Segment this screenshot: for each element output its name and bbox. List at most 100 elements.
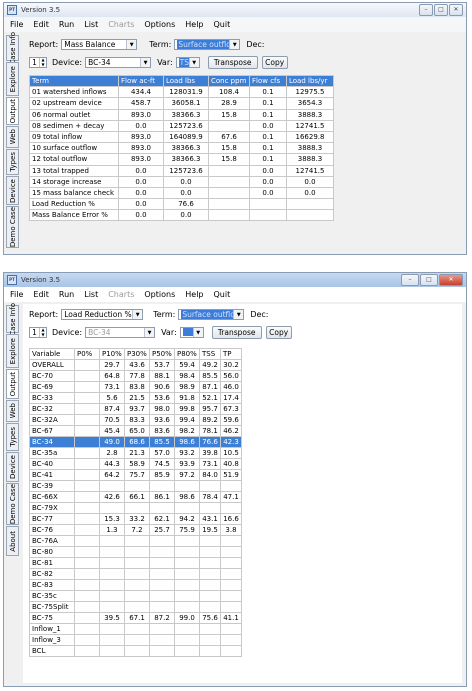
value-cell[interactable] [74,590,100,602]
value-cell[interactable]: 86.1 [149,491,175,503]
table-row[interactable]: OVERALL 29.7 43.6 53.7 59.4 49.2 30.2 [29,359,242,371]
value-cell[interactable]: 12741.5 [286,164,334,177]
value-cell[interactable]: 893.0 [118,130,164,144]
value-cell[interactable] [74,623,100,635]
value-cell[interactable]: 30.2 [220,359,242,371]
row-label-cell[interactable]: 02 upstream device [29,97,119,110]
value-cell[interactable] [208,209,250,222]
row-label-cell[interactable]: BC-35a [29,447,75,459]
row-label-cell[interactable]: BC-40 [29,458,75,470]
table-row[interactable]: BC-34 49.0 68.6 85.5 98.6 76.6 42.3 [29,436,242,448]
value-cell[interactable] [124,480,150,492]
value-cell[interactable] [174,579,200,591]
tab-about[interactable]: About [6,526,19,556]
row-label-cell[interactable]: BC-66X [29,491,75,503]
menu-file[interactable]: File [10,20,23,29]
menu-list[interactable]: List [84,20,98,29]
value-cell[interactable]: 42.6 [99,491,125,503]
value-cell[interactable] [124,502,150,514]
value-cell[interactable]: 0.0 [118,209,164,222]
column-header[interactable]: P10% [99,348,125,360]
value-cell[interactable]: 0.0 [163,175,209,188]
table-row[interactable]: BC-32 87.4 93.7 98.0 99.8 95.7 67.3 [29,403,242,415]
value-cell[interactable] [208,119,250,132]
value-cell[interactable]: 0.1 [249,130,287,144]
value-cell[interactable]: 47.1 [220,491,242,503]
column-header[interactable]: P50% [149,348,175,360]
value-cell[interactable] [149,601,175,613]
value-cell[interactable] [174,546,200,558]
value-cell[interactable] [199,546,221,558]
column-header[interactable]: Load lbs/yr [286,74,334,88]
table-row[interactable]: BC-33 5.6 21.5 53.6 91.8 52.1 17.4 [29,392,242,404]
value-cell[interactable] [74,436,100,448]
column-header[interactable]: Conc ppm [208,74,250,88]
value-cell[interactable]: 893.0 [118,108,164,121]
row-label-cell[interactable]: 08 sedimen + decay [29,119,119,132]
value-cell[interactable] [174,480,200,492]
value-cell[interactable] [99,568,125,580]
value-cell[interactable] [220,502,242,514]
row-label-cell[interactable]: BC-79X [29,502,75,514]
close-icon[interactable]: ✕ [439,274,463,286]
value-cell[interactable]: 93.7 [124,403,150,415]
value-cell[interactable] [99,502,125,514]
value-cell[interactable]: 75.7 [124,469,150,481]
value-cell[interactable] [74,491,100,503]
value-cell[interactable]: 77.8 [124,370,150,382]
column-header[interactable]: P30% [124,348,150,360]
value-cell[interactable] [220,623,242,635]
table-row[interactable]: BC-76 1.3 7.2 25.7 75.9 19.5 3.8 [29,524,242,536]
row-label-cell[interactable]: BC-77 [29,513,75,525]
table-row[interactable]: Mass Balance Error % 0.0 0.0 [29,209,334,222]
value-cell[interactable] [220,601,242,613]
value-cell[interactable]: 93.2 [174,447,200,459]
table-row[interactable]: BC-75Split [29,601,242,613]
value-cell[interactable] [149,623,175,635]
value-cell[interactable] [74,579,100,591]
value-cell[interactable]: 83.6 [149,425,175,437]
table-row[interactable]: BC-67 45.4 65.0 83.6 98.2 78.1 46.2 [29,425,242,437]
value-cell[interactable]: 0.0 [286,186,334,200]
table-row[interactable]: 13 total trapped 0.0 125723.6 0.0 12741.5 [29,164,334,177]
value-cell[interactable] [199,590,221,602]
value-cell[interactable]: 75.6 [199,612,221,624]
row-label-cell[interactable]: BC-75Split [29,601,75,613]
decimal-spinner[interactable]: 1 ▲ ▼ [29,57,47,68]
value-cell[interactable] [74,612,100,624]
var-dropdown[interactable]: ▼ [179,327,204,338]
value-cell[interactable]: 38366.3 [163,108,209,121]
tab-demo-case[interactable]: Demo Case [6,206,19,248]
tab-types[interactable]: Types [6,423,19,451]
value-cell[interactable]: 44.3 [99,458,125,470]
value-cell[interactable] [208,175,250,188]
value-cell[interactable]: 12975.5 [286,86,334,99]
value-cell[interactable]: 17.4 [220,392,242,404]
value-cell[interactable] [74,403,100,415]
value-cell[interactable]: 87.4 [99,403,125,415]
row-label-cell[interactable]: BC-76A [29,535,75,547]
spinner-arrows-icon[interactable]: ▲ ▼ [39,57,46,67]
row-label-cell[interactable]: BC-75 [29,612,75,624]
value-cell[interactable]: 0.1 [249,86,287,99]
value-cell[interactable]: 49.0 [99,436,125,448]
value-cell[interactable]: 0.0 [118,186,164,200]
copy-button[interactable]: Copy [261,56,288,69]
value-cell[interactable]: 893.0 [118,153,164,166]
value-cell[interactable]: 38366.3 [163,142,209,155]
value-cell[interactable] [74,447,100,459]
tab-device[interactable]: Device [6,452,19,482]
value-cell[interactable] [199,535,221,547]
row-label-cell[interactable]: BC-35c [29,590,75,602]
value-cell[interactable]: 75.9 [174,524,200,536]
row-label-cell[interactable]: BC-80 [29,546,75,558]
table-row[interactable]: 08 sedimen + decay 0.0 125723.6 0.0 12741.5 [29,119,334,132]
row-label-cell[interactable]: BC-32 [29,403,75,415]
value-cell[interactable] [99,590,125,602]
report-dropdown[interactable]: Load Reduction % ▼ [61,309,144,320]
column-header[interactable]: P0% [74,348,100,360]
table-row[interactable]: BC-79X [29,502,242,514]
row-label-cell[interactable]: BC-70 [29,370,75,382]
value-cell[interactable] [149,502,175,514]
tab-case-info[interactable]: Case Info [6,303,19,335]
